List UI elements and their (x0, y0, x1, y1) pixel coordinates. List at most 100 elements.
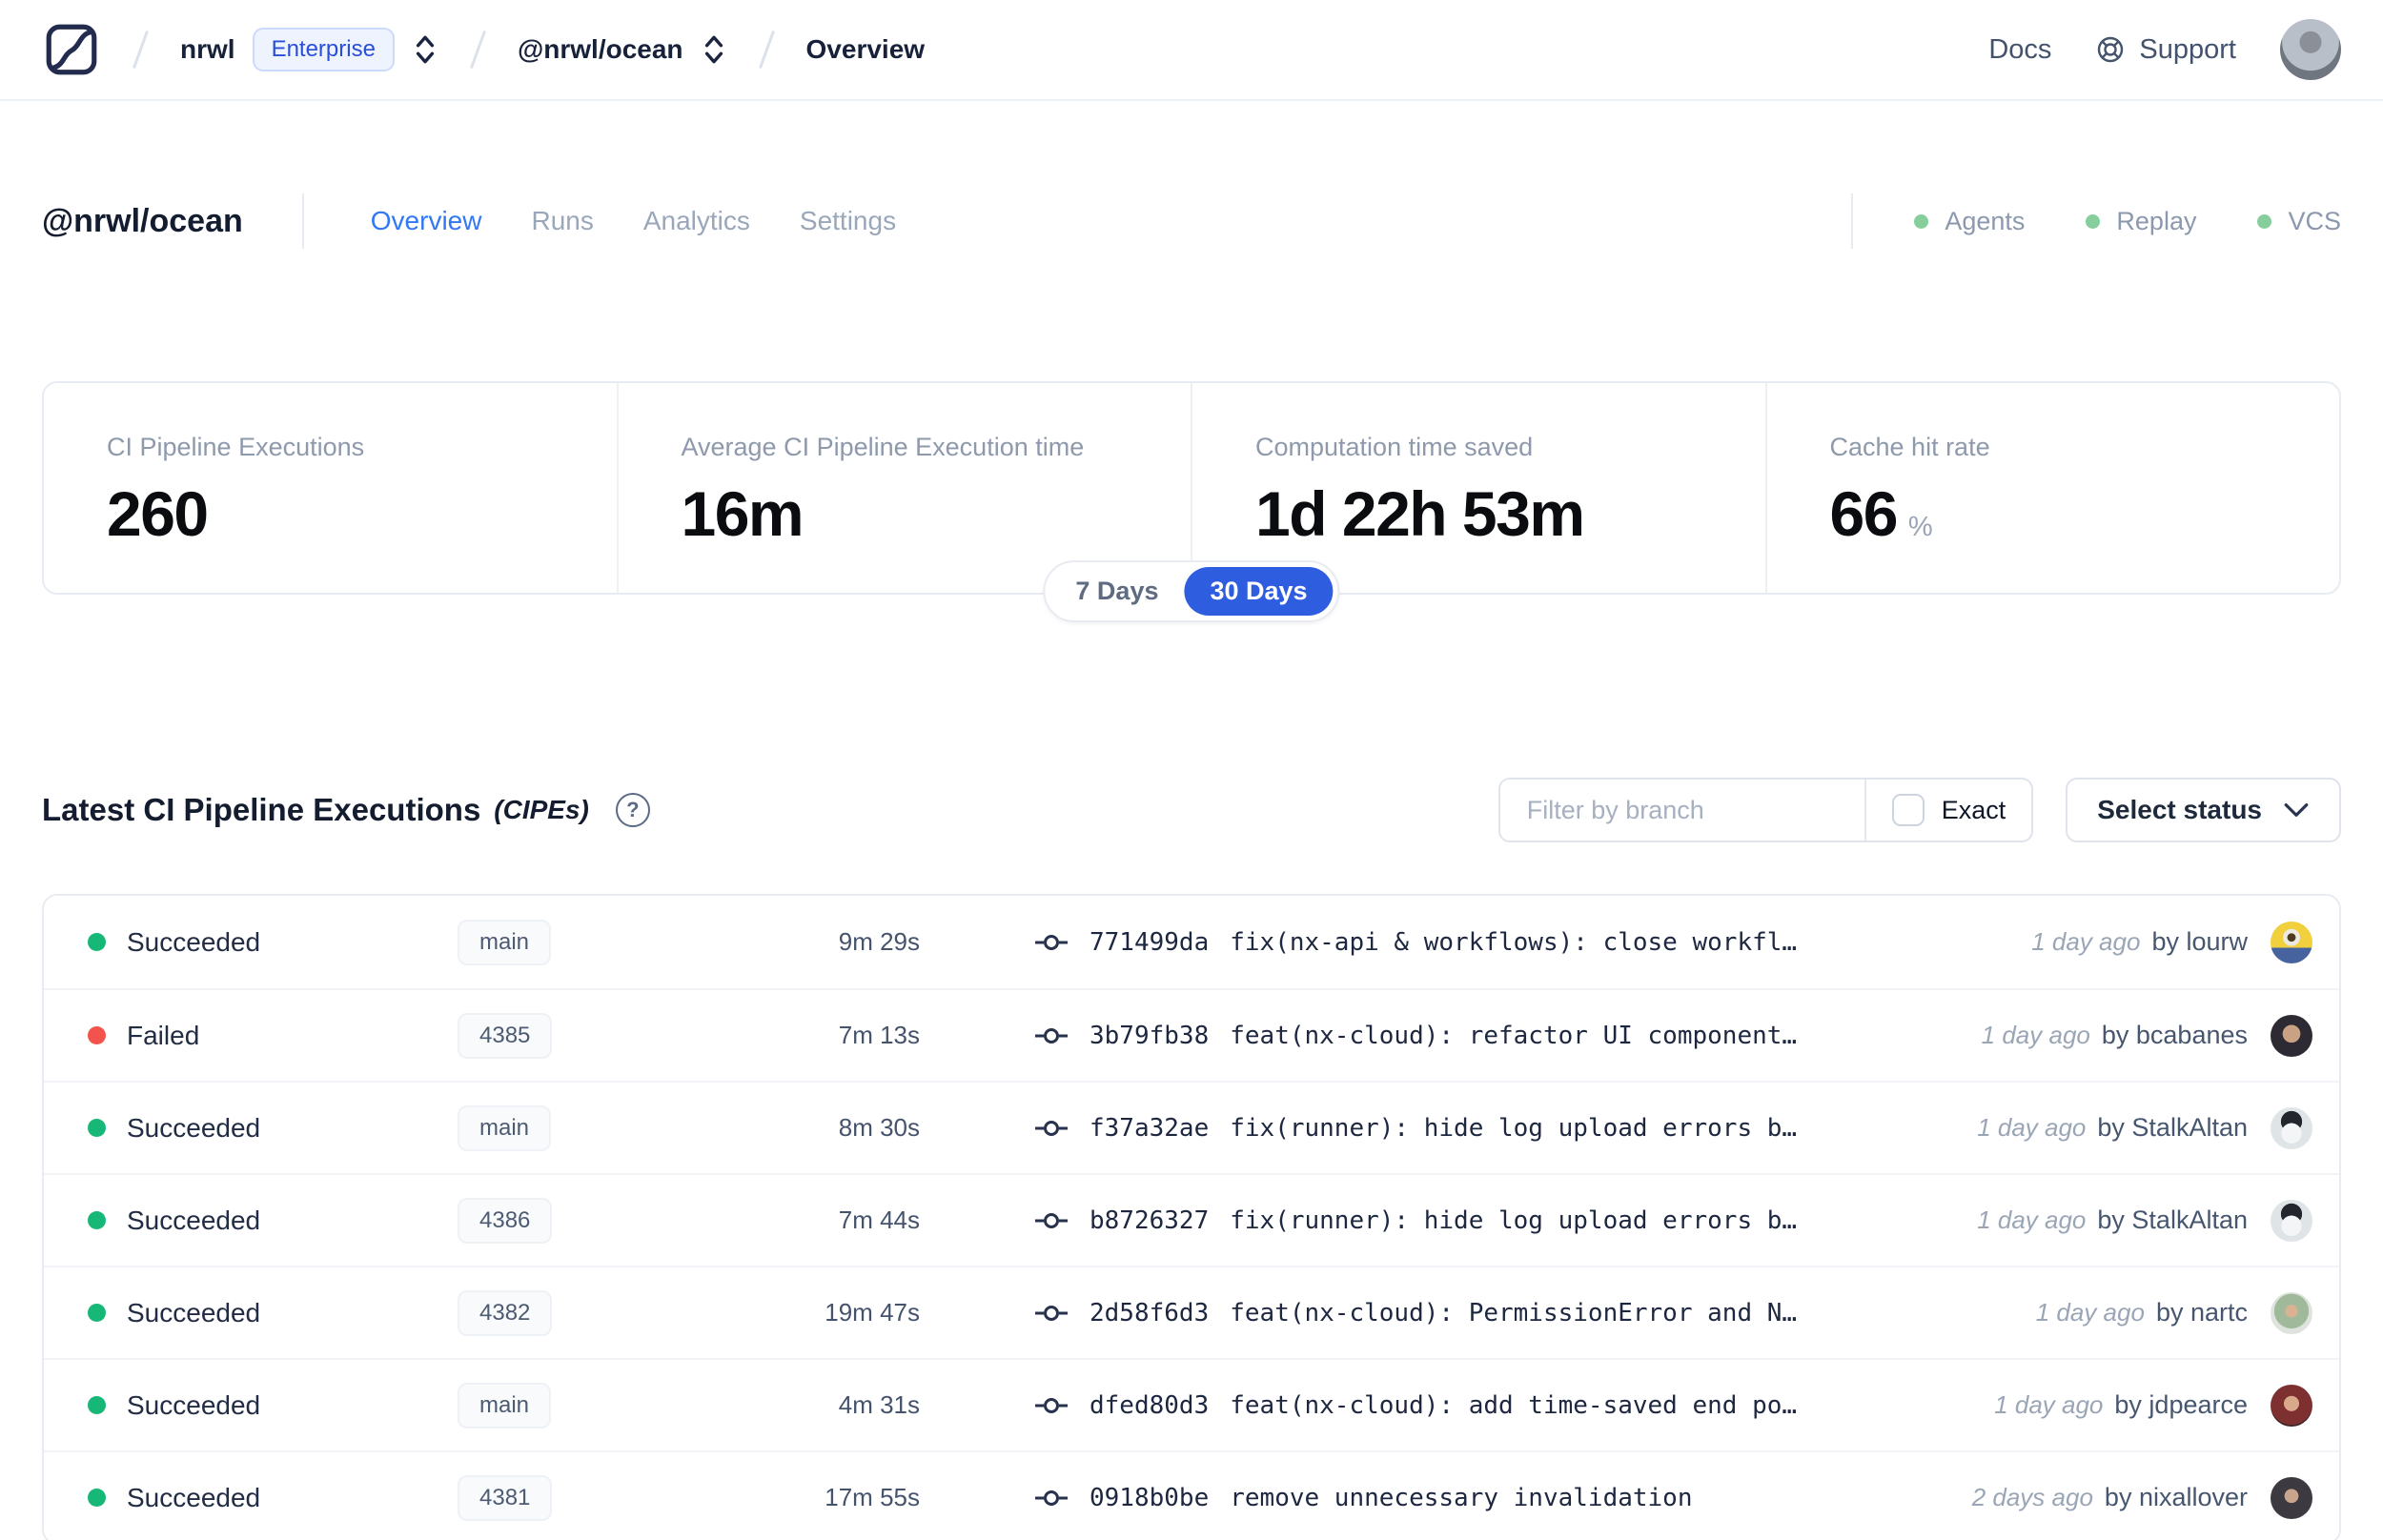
commit-hash[interactable]: 2d58f6d3 (1090, 1299, 1209, 1327)
time-ago: 1 day ago (1977, 1206, 2087, 1234)
author-avatar (2271, 1014, 2312, 1057)
duration: 7m 44s (838, 1206, 920, 1234)
agents-status-link[interactable]: Agents (1914, 207, 2025, 236)
table-row[interactable]: Succeeded main 4m 31s dfed80d3 feat(nx-c… (44, 1358, 2339, 1450)
stat-label: CI Pipeline Executions (107, 433, 365, 461)
divider (301, 193, 304, 249)
branch-badge[interactable]: 4386 (458, 1197, 553, 1244)
branch-badge[interactable]: main (458, 1382, 552, 1429)
table-row[interactable]: Succeeded main 8m 30s f37a32ae fix(runne… (44, 1081, 2339, 1173)
top-nav: nrwl Enterprise @nrwl/ocean Overview Doc… (0, 0, 2383, 101)
breadcrumb-separator (469, 30, 487, 70)
status-label: Succeeded (127, 926, 261, 957)
status-dot-succeeded (88, 1119, 106, 1137)
feature-status-links: Agents Replay VCS (1851, 193, 2341, 249)
commit-hash[interactable]: dfed80d3 (1090, 1391, 1209, 1420)
range-7-days-button[interactable]: 7 Days (1049, 567, 1184, 616)
commit-message[interactable]: remove unnecessary invalidation (1230, 1484, 1692, 1512)
section-title: Latest CI Pipeline Executions (42, 792, 481, 827)
cipe-table: Succeeded main 9m 29s 771499da fix(nx-ap… (42, 894, 2341, 1540)
stat-value: 66 (1829, 478, 1899, 549)
breadcrumb-workspace[interactable]: @nrwl/ocean (518, 34, 683, 65)
branch-badge[interactable]: 4385 (458, 1012, 553, 1059)
table-row[interactable]: Succeeded 4382 19m 47s 2d58f6d3 feat(nx-… (44, 1266, 2339, 1358)
replay-status-link[interactable]: Replay (2086, 207, 2196, 236)
exact-checkbox[interactable] (1891, 794, 1925, 826)
status-dot-succeeded (88, 1304, 106, 1322)
lifebuoy-icon (2098, 36, 2124, 63)
duration: 4m 31s (838, 1390, 920, 1419)
author: by nixallover (2104, 1483, 2248, 1511)
exact-match-toggle[interactable]: Exact (1864, 780, 2032, 841)
workspace-tabs: Overview Runs Analytics Settings (371, 206, 896, 236)
tab-overview[interactable]: Overview (371, 206, 482, 236)
nx-cloud-logo-icon (46, 24, 97, 75)
status-label: Succeeded (127, 1389, 261, 1420)
range-30-days-button[interactable]: 30 Days (1184, 567, 1334, 616)
branch-badge[interactable]: main (458, 919, 552, 965)
user-avatar[interactable] (2280, 19, 2341, 80)
duration: 9m 29s (838, 927, 920, 956)
duration: 8m 30s (838, 1113, 920, 1142)
help-icon[interactable]: ? (615, 793, 650, 827)
author: by bcabanes (2101, 1021, 2248, 1049)
branch-filter-input[interactable] (1499, 780, 1864, 841)
table-row[interactable]: Succeeded 4381 17m 55s 0918b0be remove u… (44, 1450, 2339, 1540)
commit-message[interactable]: fix(runner): hide log upload errors b… (1230, 1114, 1797, 1143)
support-link[interactable]: Support (2095, 34, 2236, 66)
status-label: Succeeded (127, 1205, 261, 1235)
org-switcher-button[interactable] (412, 32, 438, 67)
git-commit-icon (1035, 1305, 1068, 1321)
branch-badge[interactable]: main (458, 1104, 552, 1151)
time-ago: 1 day ago (1981, 1021, 2090, 1049)
select-status-dropdown[interactable]: Select status (2066, 778, 2341, 842)
nav-right: Docs Support (1988, 19, 2341, 80)
vcs-status-link[interactable]: VCS (2257, 207, 2341, 236)
time-ago: 2 days ago (1971, 1483, 2093, 1511)
docs-link[interactable]: Docs (1988, 34, 2051, 66)
author-avatar (2271, 1291, 2312, 1334)
status-label: Succeeded (127, 1297, 261, 1327)
filter-controls: Exact Select status (1497, 778, 2341, 842)
table-row[interactable]: Failed 4385 7m 13s 3b79fb38 feat(nx-clou… (44, 988, 2339, 1081)
stat-label: Computation time saved (1255, 433, 1534, 461)
commit-message[interactable]: fix(runner): hide log upload errors b… (1230, 1206, 1797, 1235)
breadcrumb-org[interactable]: nrwl (180, 34, 235, 65)
commit-hash[interactable]: b8726327 (1090, 1206, 1209, 1235)
commit-message[interactable]: feat(nx-cloud): add time-saved end po… (1230, 1391, 1797, 1420)
chevron-up-down-icon (416, 35, 435, 64)
commit-message[interactable]: feat(nx-cloud): refactor UI component… (1230, 1022, 1797, 1050)
replay-label: Replay (2116, 206, 2197, 235)
stat-cache-hit-rate: Cache hit rate 66 % (1764, 383, 2340, 593)
enterprise-badge: Enterprise (252, 28, 395, 71)
tab-runs[interactable]: Runs (531, 206, 593, 236)
commit-message[interactable]: fix(nx-api & workflows): close workfl… (1230, 928, 1797, 957)
commit-hash[interactable]: f37a32ae (1090, 1114, 1209, 1143)
workspace-switcher-button[interactable] (701, 32, 727, 67)
vcs-label: VCS (2288, 206, 2341, 235)
status-label: Succeeded (127, 1112, 261, 1143)
table-row[interactable]: Succeeded main 9m 29s 771499da fix(nx-ap… (44, 896, 2339, 988)
branch-badge[interactable]: 4382 (458, 1289, 553, 1336)
commit-hash[interactable]: 0918b0be (1090, 1484, 1209, 1512)
page-title: @nrwl/ocean (42, 202, 243, 239)
breadcrumb-page: Overview (805, 34, 926, 64)
git-commit-icon (1035, 1120, 1068, 1136)
commit-hash[interactable]: 771499da (1090, 928, 1209, 957)
time-ago: 1 day ago (2031, 927, 2141, 956)
branch-badge[interactable]: 4381 (458, 1474, 553, 1521)
green-dot-icon (2257, 213, 2272, 229)
date-range-toggle: 7 Days 30 Days (1043, 560, 1340, 622)
commit-message[interactable]: feat(nx-cloud): PermissionError and N… (1230, 1299, 1797, 1327)
git-commit-icon (1035, 1212, 1068, 1228)
tab-settings[interactable]: Settings (800, 206, 896, 236)
duration: 17m 55s (825, 1483, 920, 1511)
duration: 7m 13s (838, 1021, 920, 1049)
status-dot-failed (88, 1026, 106, 1044)
table-row[interactable]: Succeeded 4386 7m 44s b8726327 fix(runne… (44, 1173, 2339, 1266)
status-label: Succeeded (127, 1482, 261, 1512)
select-status-label: Select status (2097, 795, 2262, 824)
commit-hash[interactable]: 3b79fb38 (1090, 1022, 1209, 1050)
tab-analytics[interactable]: Analytics (643, 206, 750, 236)
nx-cloud-logo[interactable] (42, 20, 101, 79)
